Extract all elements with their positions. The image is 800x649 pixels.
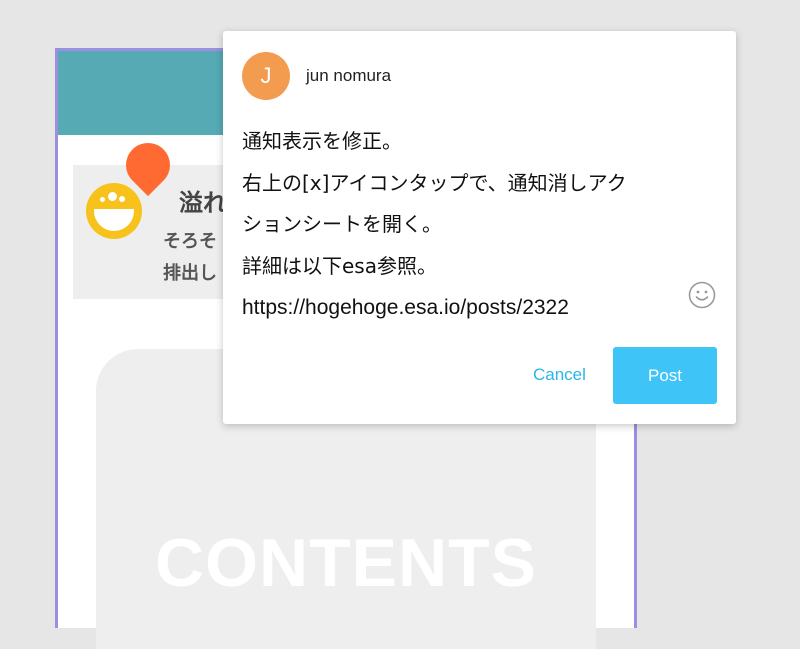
- avatar: J: [242, 52, 290, 100]
- app-logo-icon: [86, 183, 142, 239]
- contents-label: CONTENTS: [155, 525, 537, 601]
- comment-popup: J jun nomura 通知表示を修正。 右上の[x]アイコンタップで、通知消…: [223, 31, 736, 424]
- comment-text[interactable]: 通知表示を修正。 右上の[x]アイコンタップで、通知消しアク ションシートを開く…: [242, 121, 682, 329]
- comment-line: 右上の[x]アイコンタップで、通知消しアク: [242, 170, 627, 195]
- user-name: jun nomura: [306, 66, 392, 85]
- comment-line: 通知表示を修正。: [242, 129, 402, 153]
- notification-text-line: 排出し: [163, 263, 217, 284]
- smiley-face-icon[interactable]: [688, 281, 716, 309]
- notification-text-line: そろそ: [163, 231, 217, 252]
- post-button[interactable]: Post: [613, 347, 717, 404]
- cancel-button[interactable]: Cancel: [523, 360, 596, 390]
- comment-url-link[interactable]: https://hogehoge.esa.io/posts/2322: [242, 287, 682, 329]
- comment-line: 詳細は以下esa参照。: [242, 253, 437, 278]
- comment-line: ションシートを開く。: [242, 212, 442, 237]
